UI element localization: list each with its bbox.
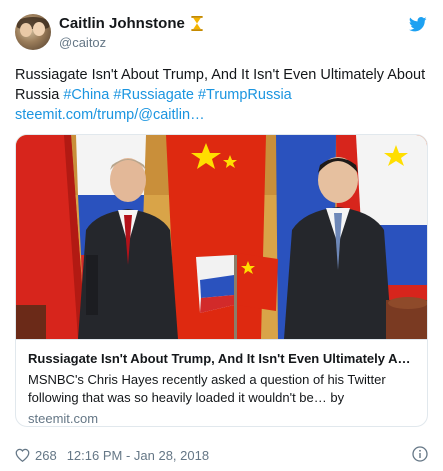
avatar-face-left <box>20 23 32 37</box>
card-body[interactable]: Russiagate Isn't About Trump, And It Isn… <box>16 339 427 426</box>
hashtag-russiagate[interactable]: #Russiagate <box>113 87 194 103</box>
card-title[interactable]: Russiagate Isn't About Trump, And It Isn… <box>28 350 417 368</box>
tweet-footer: 268 12:16 PM - Jan 28, 2018 <box>15 446 428 464</box>
hashtag-china[interactable]: #China <box>63 87 109 103</box>
avatar[interactable] <box>15 14 51 50</box>
author-name-row: Caitlin Johnstone <box>59 15 203 32</box>
avatar-face-right <box>33 22 45 36</box>
author-name[interactable]: Caitlin Johnstone <box>59 15 185 32</box>
tweet-embed: Caitlin Johnstone @caitoz Russiagate Isn… <box>0 0 443 471</box>
link-card[interactable]: Russiagate Isn't About Trump, And It Isn… <box>15 134 428 427</box>
hashtag-trumprussia[interactable]: #TrumpRussia <box>198 87 292 103</box>
like-count[interactable]: 268 <box>35 448 57 463</box>
card-image[interactable] <box>16 135 427 339</box>
twitter-bird-icon[interactable] <box>409 17 427 32</box>
author-handle[interactable]: @caitoz <box>59 35 106 50</box>
hourglass-icon <box>191 16 203 31</box>
card-photo <box>16 135 427 339</box>
timestamp[interactable]: 12:16 PM - Jan 28, 2018 <box>67 448 209 463</box>
card-description: MSNBC's Chris Hayes recently asked a que… <box>28 372 386 405</box>
heart-icon[interactable] <box>15 448 30 462</box>
info-icon[interactable] <box>412 446 428 462</box>
tweet-link[interactable]: steemit.com/trump/@caitlin… <box>15 107 205 123</box>
tweet-text: Russiagate Isn't About Trump, And It Isn… <box>15 65 430 125</box>
card-domain: steemit.com <box>28 411 99 426</box>
